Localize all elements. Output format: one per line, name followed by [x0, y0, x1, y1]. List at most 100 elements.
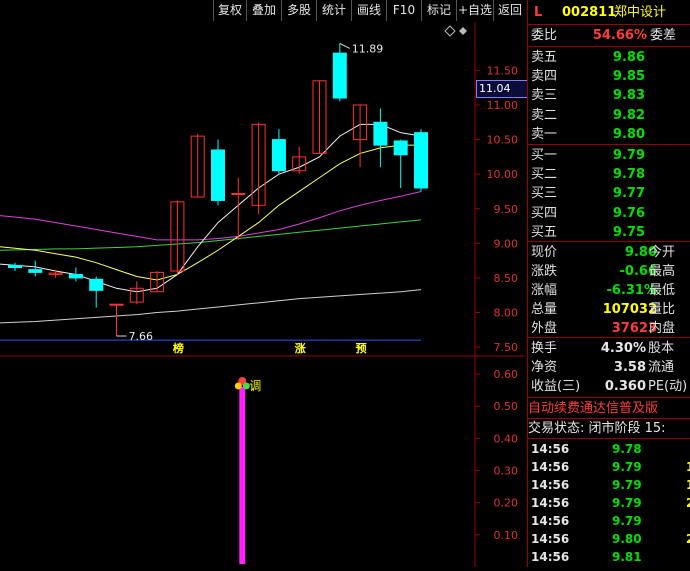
quote-row: 涨幅 -6.31% 最低 — [528, 281, 690, 300]
candle-body — [28, 269, 43, 273]
bid-price: 9.78 — [612, 167, 645, 183]
candle — [28, 260, 43, 277]
quote-row: 总量 107032 量比 — [528, 300, 690, 319]
bid-row[interactable]: 买二 9.78 — [528, 165, 690, 184]
candle — [190, 134, 205, 198]
tick-row: 14:56 9.79 1 — [528, 458, 690, 476]
candle — [129, 281, 144, 305]
candle — [8, 262, 22, 271]
ask-label: 卖三 — [531, 88, 558, 104]
stock-code[interactable]: 002811 — [562, 3, 616, 22]
high-pointer — [339, 42, 351, 49]
indicator-tick-label: 0.60 — [494, 368, 519, 381]
tick-volume: 2 — [686, 494, 690, 512]
ask-row[interactable]: 卖一 9.80 — [528, 125, 690, 144]
candle — [109, 303, 124, 337]
price-tick-label: 7.50 — [494, 341, 519, 354]
chart-toolbar: 复权 叠加 多股 统计 画线 F10 标记 +自选 返回 — [0, 0, 525, 22]
ask-label: 卖五 — [531, 50, 558, 65]
candle — [332, 43, 347, 102]
tick-row: 14:56 9.78 — [528, 440, 690, 458]
bid-row[interactable]: 买三 9.77 — [528, 184, 690, 203]
stock-header: L 002811 郑中设计 — [528, 3, 690, 23]
bid-price: 9.77 — [612, 186, 645, 202]
candle — [292, 146, 307, 175]
quote-label: 总量 — [531, 302, 558, 317]
candle-body — [332, 52, 347, 99]
tick-volume: 1 — [686, 458, 690, 476]
candle-body — [271, 139, 286, 172]
restore-rights-button[interactable]: 复权 — [213, 0, 246, 21]
tick-price: 9.79 — [612, 496, 642, 510]
bid-row[interactable]: 买四 9.76 — [528, 204, 690, 223]
weibi-value: 54.66% — [592, 28, 647, 43]
mark-button[interactable]: 标记 — [421, 0, 456, 21]
candle-body — [109, 303, 124, 306]
ma-white-line — [0, 123, 422, 293]
tick-price: 9.79 — [612, 460, 642, 474]
event-marker: 涨 — [295, 341, 306, 355]
candle-body — [89, 278, 104, 291]
tick-time: 14:56 — [531, 550, 570, 564]
quote-row: 外盘 37623 内盘 — [528, 319, 690, 338]
candle — [211, 139, 225, 206]
trade-status: 交易状态: 闭市阶段 15: — [528, 421, 666, 436]
candle-body — [231, 193, 246, 196]
chart-area[interactable]: 11.89 7.66 11.50 11.00 10.50 10.00 9.50 9.00 8.… — [0, 22, 528, 567]
indicator-axis-ticks: 0.60 0.50 0.40 0.30 0.20 0.10 — [475, 368, 518, 542]
price-tick-label: 9.00 — [494, 237, 519, 250]
event-marker: 榜 — [173, 341, 184, 355]
draw-line-button[interactable]: 画线 — [351, 0, 386, 21]
bid-row[interactable]: 买五 9.75 — [528, 223, 690, 242]
candle-body — [8, 264, 22, 269]
candle — [373, 108, 388, 168]
tick-row: 14:56 9.80 2 — [528, 530, 690, 548]
bid-label: 买三 — [531, 186, 558, 202]
stock-name[interactable]: 郑中设计 — [614, 3, 666, 22]
price-axis-ticks: 11.50 11.00 10.50 10.00 9.50 9.00 8.50 8.00 7.50 — [475, 64, 518, 354]
overlay-button[interactable]: 叠加 — [246, 0, 281, 21]
candle-body — [373, 121, 388, 146]
price-tick-label: 8.00 — [494, 307, 519, 320]
candle — [251, 122, 266, 215]
tick-price: 9.81 — [612, 550, 642, 564]
finance-label-2: 股本 — [648, 341, 675, 356]
candle-body — [211, 149, 225, 201]
finance-label-2: PE(动) — [648, 379, 688, 394]
tick-time: 14:56 — [531, 514, 570, 528]
candle-body — [393, 140, 408, 156]
tick-time: 14:56 — [531, 460, 570, 474]
kline-chart[interactable]: 11.89 7.66 11.50 11.00 10.50 10.00 9.50 9.00 8.… — [0, 22, 525, 567]
multi-stock-button[interactable]: 多股 — [281, 0, 316, 21]
weibi-label: 委比 — [531, 28, 558, 43]
f10-button[interactable]: F10 — [386, 0, 421, 21]
quote-row: 现价 9.80 今开 — [528, 243, 690, 262]
small-diamond-icon[interactable] — [459, 27, 467, 35]
ask-row[interactable]: 卖二 9.82 — [528, 106, 690, 125]
back-button[interactable]: 返回 — [493, 0, 526, 21]
bid-row[interactable]: 买一 9.79 — [528, 146, 690, 165]
bid-price: 9.76 — [612, 205, 645, 221]
price-tick-label: 9.50 — [494, 203, 519, 216]
quote-label: 涨跌 — [531, 264, 558, 279]
tick-price: 9.79 — [612, 514, 642, 528]
ask-row[interactable]: 卖四 9.85 — [528, 67, 690, 86]
ask-row[interactable]: 卖五 9.86 — [528, 48, 690, 67]
event-markers: 榜涨预 — [173, 341, 367, 355]
statistics-button[interactable]: 统计 — [316, 0, 351, 21]
candle-body — [414, 132, 428, 189]
finance-value: 0.360 — [604, 379, 646, 394]
candle — [89, 276, 104, 308]
candles: 11.89 7.66 — [8, 42, 428, 343]
candle-body — [68, 273, 83, 279]
ask-row[interactable]: 卖三 9.83 — [528, 86, 690, 105]
weibi-row: 委比 54.66% 委差 — [528, 26, 690, 45]
indicator-bars: 调 — [234, 376, 261, 564]
finance-label: 换手 — [531, 341, 558, 356]
diamond-icon[interactable] — [444, 25, 456, 37]
quote-label: 涨幅 — [531, 283, 558, 298]
finance-label: 收益(三) — [531, 379, 581, 394]
auto-renew-link[interactable]: 自动续费通达信普及版 — [528, 399, 690, 418]
add-favorite-button[interactable]: +自选 — [456, 0, 493, 21]
weicha-label: 委差 — [650, 28, 677, 43]
